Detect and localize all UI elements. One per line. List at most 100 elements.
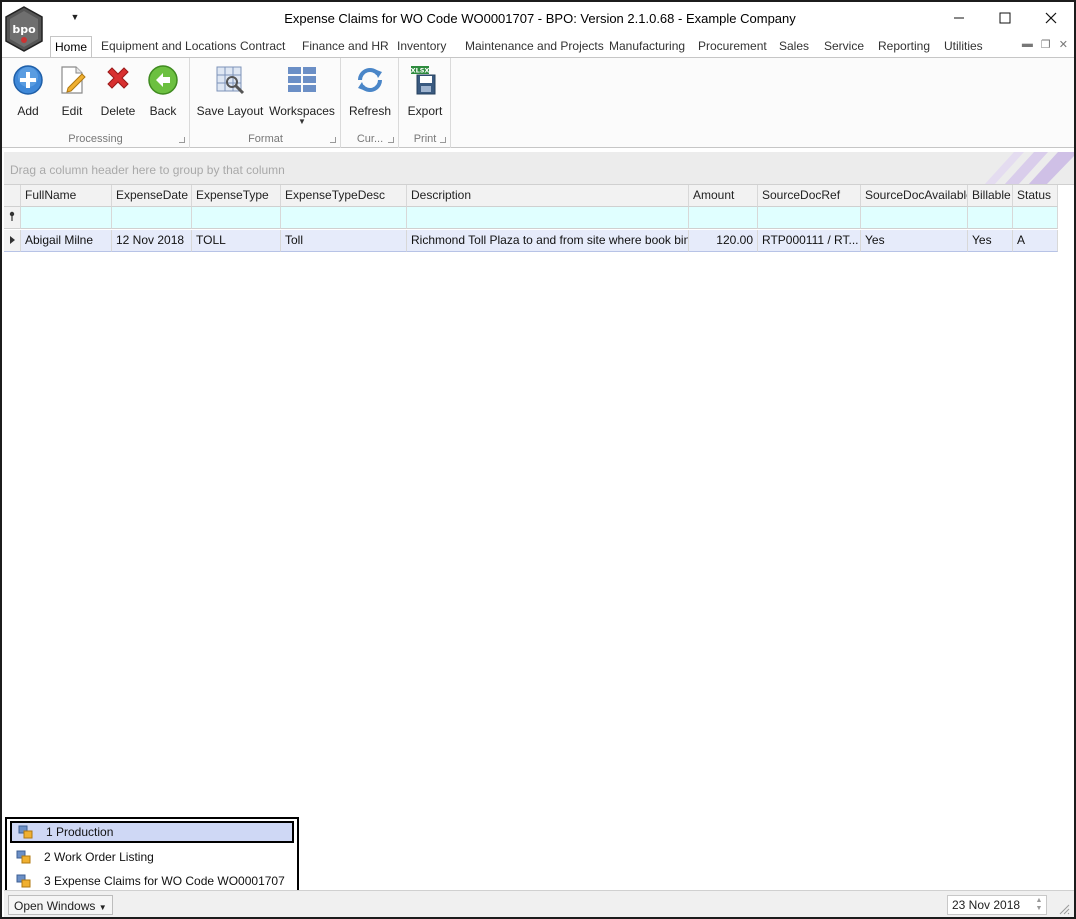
filter-cell-status[interactable] <box>1013 207 1058 229</box>
processing-group-label: Processing <box>68 133 123 145</box>
tab-contract[interactable]: Contract <box>236 36 289 58</box>
open-window-item-expense-claims[interactable]: 3 Expense Claims for WO Code WO0001707 <box>10 870 294 892</box>
export-label: Export <box>407 104 443 118</box>
column-header-expensetype[interactable]: ExpenseType <box>192 185 281 207</box>
processing-group: Add Edit Delete Back Processing <box>2 58 190 148</box>
column-header-status[interactable]: Status <box>1013 185 1058 207</box>
mdi-minimize-icon[interactable]: ▬ <box>1022 38 1033 56</box>
current-launcher-icon[interactable] <box>388 137 394 143</box>
back-button[interactable]: Back <box>143 62 183 128</box>
mdi-close-icon[interactable]: ✕ <box>1059 38 1068 56</box>
row-indicator <box>4 230 21 252</box>
print-launcher-icon[interactable] <box>440 137 446 143</box>
status-date-field[interactable]: 23 Nov 2018 ▲ ▼ <box>947 895 1047 915</box>
tab-equipment-and-locations[interactable]: Equipment and Locations <box>97 36 240 58</box>
cell-sourcedocref[interactable]: RTP000111 / RT... <box>758 230 861 252</box>
group-by-panel[interactable]: Drag a column header here to group by th… <box>4 152 1074 185</box>
minimize-icon <box>954 17 964 19</box>
app-window: bpo ▼ Expense Claims for WO Code WO00017… <box>0 0 1076 919</box>
refresh-label: Refresh <box>348 104 392 118</box>
cell-billable[interactable]: Yes <box>968 230 1013 252</box>
cell-expensetype[interactable]: TOLL <box>192 230 281 252</box>
workspaces-button[interactable]: Workspaces ▼ <box>269 62 335 128</box>
close-icon <box>1045 12 1057 24</box>
mdi-restore-icon[interactable]: ❐ <box>1041 38 1051 56</box>
tab-maintenance-and-projects[interactable]: Maintenance and Projects <box>461 36 608 58</box>
filter-cell-expensetypedesc[interactable] <box>281 207 407 229</box>
column-header-description[interactable]: Description <box>407 185 689 207</box>
tab-finance-and-hr[interactable]: Finance and HR <box>298 36 393 58</box>
column-header-sourcedocref[interactable]: SourceDocRef <box>758 185 861 207</box>
column-header-sourcedocavailable[interactable]: SourceDocAvailable <box>861 185 968 207</box>
cell-description[interactable]: Richmond Toll Plaza to and from site whe… <box>407 230 689 252</box>
add-icon <box>13 65 43 95</box>
resize-grip-icon[interactable] <box>1058 903 1070 915</box>
processing-launcher-icon[interactable] <box>179 137 185 143</box>
workspaces-icon <box>288 67 316 92</box>
edit-button[interactable]: Edit <box>52 62 92 128</box>
tab-procurement[interactable]: Procurement <box>694 36 771 58</box>
column-header-billable[interactable]: Billable <box>968 185 1013 207</box>
tab-sales[interactable]: Sales <box>775 36 813 58</box>
bpo-logo-icon[interactable]: bpo <box>4 6 44 52</box>
cell-status[interactable]: A <box>1013 230 1058 252</box>
open-window-label: 2 Work Order Listing <box>44 850 154 864</box>
cell-amount[interactable]: 120.00 <box>689 230 758 252</box>
open-window-label: 3 Expense Claims for WO Code WO0001707 <box>44 874 285 888</box>
window-icon <box>18 825 33 839</box>
refresh-button[interactable]: Refresh <box>346 62 394 128</box>
tab-service[interactable]: Service <box>820 36 868 58</box>
tab-home[interactable]: Home <box>50 36 93 58</box>
column-header-fullname[interactable]: FullName <box>21 185 112 207</box>
format-launcher-icon[interactable] <box>330 137 336 143</box>
filter-cell-expensedate[interactable] <box>112 207 192 229</box>
table-row[interactable]: Abigail Milne 12 Nov 2018 TOLL Toll Rich… <box>4 230 1058 252</box>
column-header-expensetypedesc[interactable]: ExpenseTypeDesc <box>281 185 407 207</box>
date-spin-icon[interactable]: ▲ ▼ <box>1034 897 1044 913</box>
column-header-expensedate[interactable]: ExpenseDate <box>112 185 192 207</box>
cell-fullname[interactable]: Abigail Milne <box>21 230 112 252</box>
ribbon-tabs: Home Equipment and Locations Contract Fi… <box>2 36 1074 58</box>
filter-cell-description[interactable] <box>407 207 689 229</box>
close-button[interactable] <box>1028 2 1074 34</box>
tab-utilities[interactable]: Utilities <box>940 36 987 58</box>
format-group: Save Layout Workspaces ▼ Format <box>191 58 341 148</box>
svg-text:XLSX: XLSX <box>411 67 430 75</box>
cell-expensetypedesc[interactable]: Toll <box>281 230 407 252</box>
filter-cell-amount[interactable] <box>689 207 758 229</box>
save-layout-button[interactable]: Save Layout <box>195 62 265 128</box>
current-group: Refresh Cur... <box>342 58 399 148</box>
open-windows-label: Open Windows <box>14 899 96 913</box>
open-windows-button[interactable]: Open Windows ▼ <box>8 895 113 915</box>
filter-cell-fullname[interactable] <box>21 207 112 229</box>
delete-button[interactable]: Delete <box>96 62 140 128</box>
filter-pin-icon <box>9 211 15 221</box>
row-pointer-icon <box>10 236 15 244</box>
cell-sourcedocavailable[interactable]: Yes <box>861 230 968 252</box>
filter-cell-expensetype[interactable] <box>192 207 281 229</box>
ribbon: Add Edit Delete Back Processing Save Lay… <box>2 57 1074 148</box>
status-date-value: 23 Nov 2018 <box>952 898 1021 912</box>
tab-reporting[interactable]: Reporting <box>874 36 934 58</box>
back-label: Back <box>149 104 177 118</box>
maximize-button[interactable] <box>982 2 1028 34</box>
filter-cell-billable[interactable] <box>968 207 1013 229</box>
filter-cell-sourcedocref[interactable] <box>758 207 861 229</box>
open-window-label: 1 Production <box>46 825 114 839</box>
add-button[interactable]: Add <box>8 62 48 128</box>
tab-inventory[interactable]: Inventory <box>393 36 450 58</box>
column-header-amount[interactable]: Amount <box>689 185 758 207</box>
add-label: Add <box>17 104 39 118</box>
header-indicator-cell <box>4 185 21 207</box>
open-window-item-work-order-listing[interactable]: 2 Work Order Listing <box>10 846 294 868</box>
chevron-down-icon: ▼ <box>298 117 306 126</box>
decorative-stripes <box>984 152 1074 184</box>
minimize-button[interactable] <box>936 2 982 34</box>
cell-expensedate[interactable]: 12 Nov 2018 <box>112 230 192 252</box>
filter-cell-sourcedocavailable[interactable] <box>861 207 968 229</box>
edit-icon <box>61 66 86 94</box>
open-window-item-production[interactable]: 1 Production <box>10 821 294 843</box>
export-button[interactable]: XLSX Export <box>404 62 446 128</box>
expense-claims-grid: FullName ExpenseDate ExpenseType Expense… <box>4 185 1058 252</box>
tab-manufacturing[interactable]: Manufacturing <box>605 36 689 58</box>
